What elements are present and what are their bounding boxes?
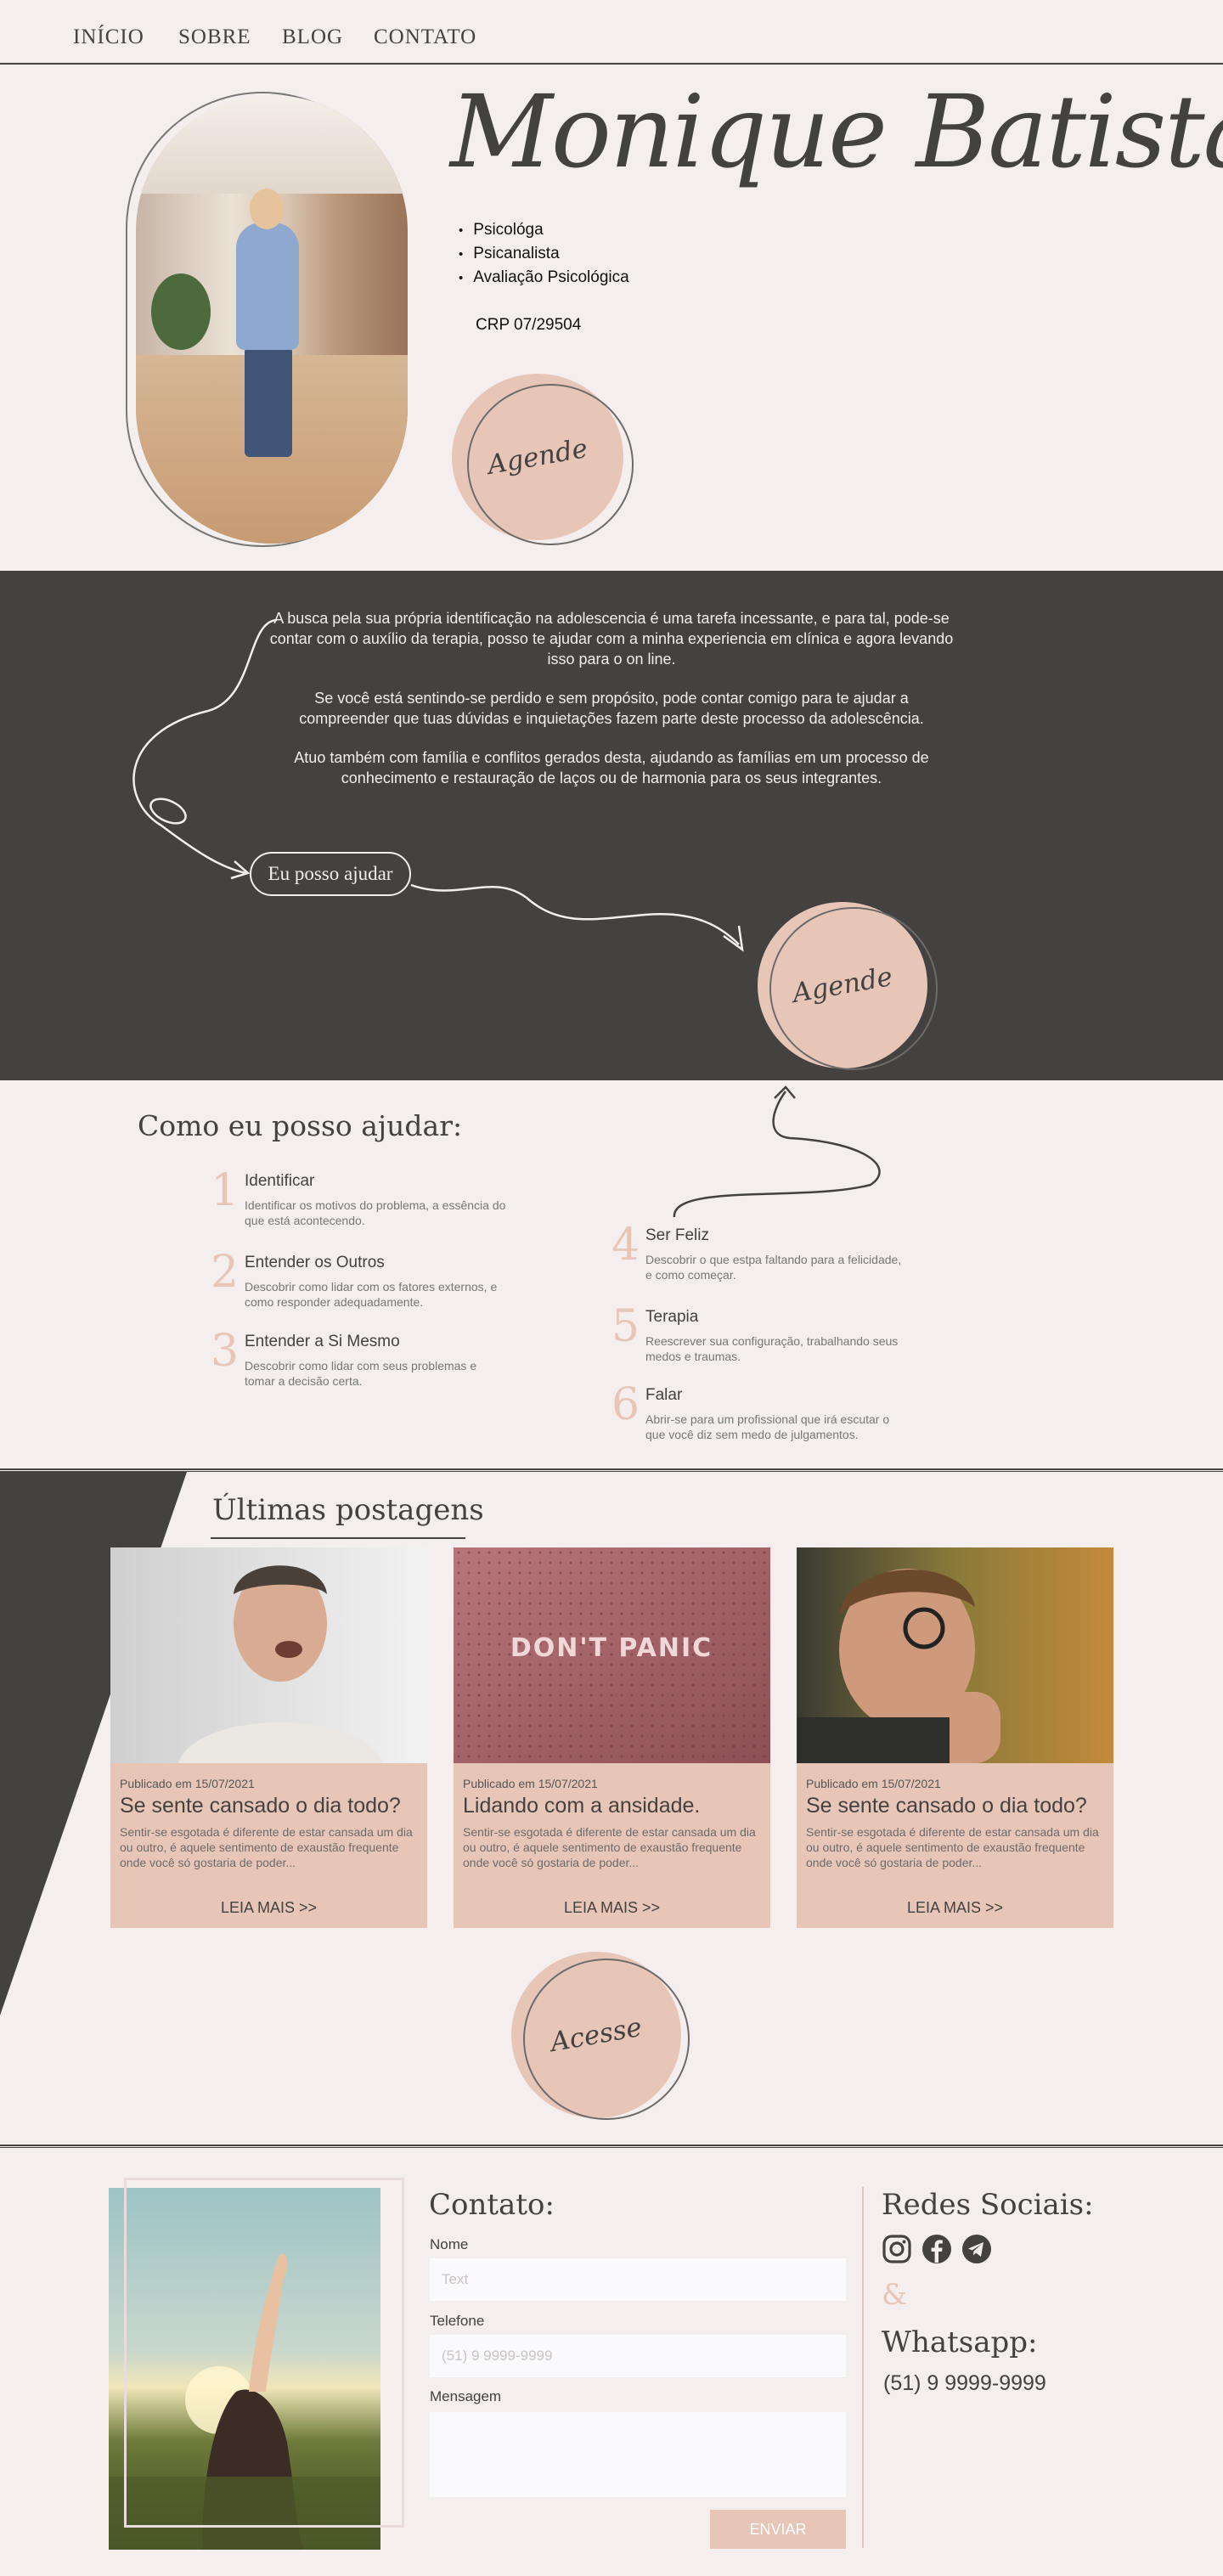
decorative-arrow <box>673 1085 881 1218</box>
role-item: Psicológa <box>459 221 629 240</box>
post-excerpt: Sentir-se esgotada é diferente de estar … <box>806 1825 1099 1869</box>
read-more-link[interactable]: LEIA MAIS >> <box>110 1899 427 1917</box>
post-date: Publicado em 15/07/2021 <box>120 1777 255 1790</box>
read-more-link[interactable]: LEIA MAIS >> <box>454 1899 770 1917</box>
about-paragraph: Se você está sentindo-se perdido e sem p… <box>299 690 924 727</box>
post-title: Lidando com a ansidade. <box>463 1794 701 1818</box>
post-card-2[interactable]: DON'T PANIC Publicado em 15/07/2021 Lida… <box>454 1547 770 1928</box>
post-title: Se sente cansado o dia todo? <box>806 1794 1087 1818</box>
post-title: Se sente cansado o dia todo? <box>120 1794 401 1818</box>
contact-title: Contato: <box>429 2188 555 2222</box>
about-text: A busca pela sua própria identificação n… <box>268 608 955 807</box>
about-paragraph: A busca pela sua própria identificação n… <box>269 610 954 668</box>
profile-photo <box>136 95 408 544</box>
post-card-1[interactable]: Publicado em 15/07/2021 Se sente cansado… <box>110 1547 427 1928</box>
name-label: Nome <box>430 2236 469 2252</box>
crp-number: CRP 07/29504 <box>476 316 582 334</box>
top-nav: INÍCIO SOBRE BLOG CONTATO <box>0 0 1223 65</box>
nav-inicio[interactable]: INÍCIO <box>73 25 144 49</box>
hero-agende-button[interactable]: Agende <box>452 374 634 545</box>
instagram-icon[interactable] <box>882 2234 912 2264</box>
section-divider <box>0 2145 1223 2148</box>
post-excerpt: Sentir-se esgotada é diferente de estar … <box>463 1825 756 1869</box>
page-title: Monique Batista <box>450 73 1223 190</box>
vertical-divider <box>862 2187 864 2548</box>
whatsapp-title: Whatsapp: <box>882 2325 1038 2359</box>
photo-frame <box>124 2178 404 2528</box>
nav-sobre[interactable]: SOBRE <box>178 25 251 49</box>
about-agende-button[interactable]: Agende <box>758 902 938 1070</box>
whatsapp-number[interactable]: (51) 9 9999-9999 <box>883 2371 1046 2396</box>
send-button[interactable]: ENVIAR <box>710 2510 846 2549</box>
post-date: Publicado em 15/07/2021 <box>463 1777 598 1790</box>
message-textarea[interactable] <box>430 2412 846 2497</box>
social-title: Redes Sociais: <box>882 2188 1094 2222</box>
message-label: Mensagem <box>430 2388 502 2404</box>
nav-blog[interactable]: BLOG <box>282 25 343 49</box>
phone-input[interactable] <box>430 2335 846 2377</box>
hero-agende-label: Agende <box>485 432 590 482</box>
post-excerpt: Sentir-se esgotada é diferente de estar … <box>120 1825 413 1869</box>
post-card-3[interactable]: Publicado em 15/07/2021 Se sente cansado… <box>797 1547 1113 1928</box>
title-underline <box>211 1537 465 1539</box>
about-agende-label: Agende <box>790 961 895 1010</box>
read-more-link[interactable]: LEIA MAIS >> <box>797 1899 1113 1917</box>
nav-contato[interactable]: CONTATO <box>374 25 476 49</box>
image-text: DON'T PANIC <box>510 1633 713 1663</box>
posts-section-title: Últimas postagens <box>212 1493 484 1527</box>
phone-label: Telefone <box>430 2313 485 2329</box>
ampersand: & <box>882 2278 908 2312</box>
about-paragraph: Atuo também com família e conflitos gera… <box>294 749 929 786</box>
facebook-icon[interactable] <box>921 2234 952 2264</box>
post-image <box>110 1547 427 1763</box>
post-image: DON'T PANIC <box>454 1547 770 1763</box>
post-date: Publicado em 15/07/2021 <box>806 1777 941 1790</box>
acesse-button[interactable]: Acesse <box>511 1952 690 2120</box>
roles-list: Psicológa Psicanalista Avaliação Psicoló… <box>459 221 629 292</box>
post-image <box>797 1547 1113 1763</box>
acesse-label: Acesse <box>548 2011 645 2059</box>
telegram-icon[interactable] <box>961 2234 992 2264</box>
role-item: Avaliação Psicológica <box>459 268 628 287</box>
role-item: Psicanalista <box>459 245 629 263</box>
help-section-title: Como eu posso ajudar: <box>138 1109 463 1142</box>
help-pill: Eu posso ajudar <box>250 852 411 896</box>
name-input[interactable] <box>430 2258 846 2301</box>
